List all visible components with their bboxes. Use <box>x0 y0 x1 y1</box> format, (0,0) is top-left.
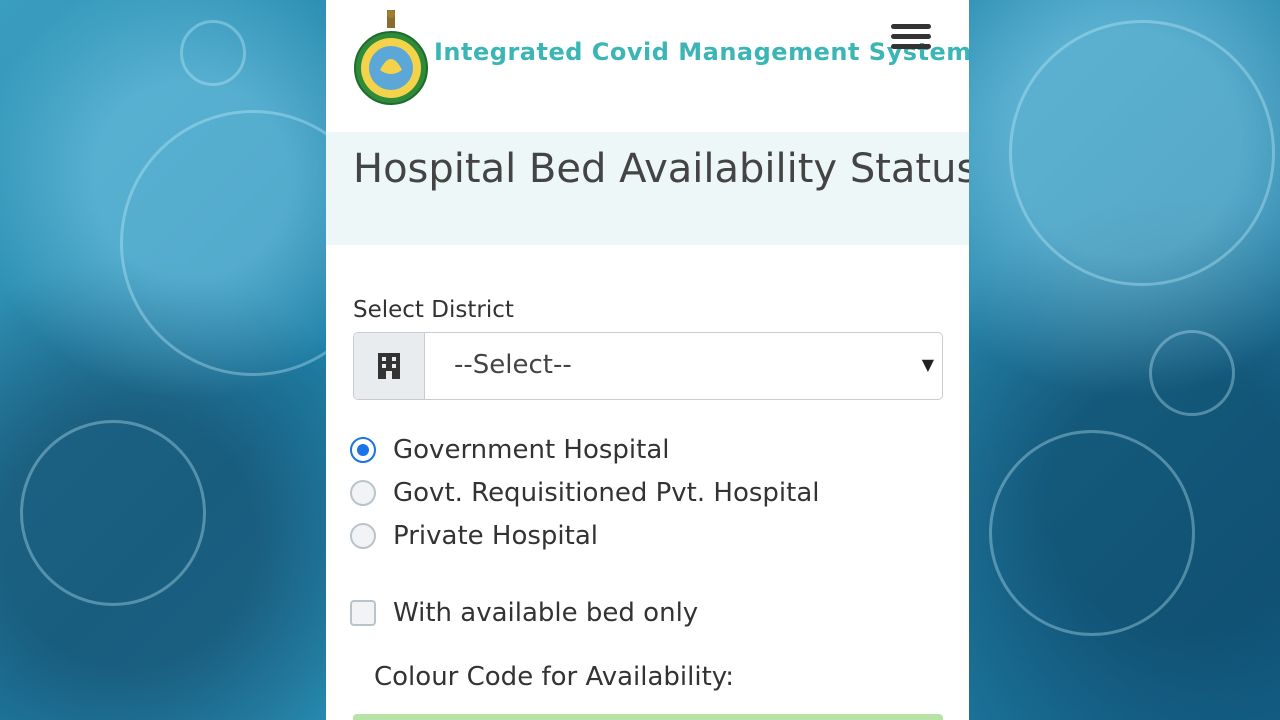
checkbox-label: With available bed only <box>393 598 699 628</box>
page-header: Hospital Bed Availability Status <box>326 132 969 245</box>
district-select[interactable]: --Select-- ▼ <box>353 332 943 400</box>
brand-title: Integrated Covid Management System <box>434 38 969 66</box>
background-virus-image-left <box>0 0 386 720</box>
district-label: Select District <box>353 297 514 323</box>
mobile-page: Integrated Covid Management System Hospi… <box>326 0 969 720</box>
available-bed-only-checkbox-row[interactable]: With available bed only <box>350 595 698 631</box>
available-bed-only-checkbox[interactable] <box>350 600 376 626</box>
state-emblem-logo <box>354 10 428 105</box>
page-title: Hospital Bed Availability Status <box>353 146 969 192</box>
radio-button-checked[interactable] <box>350 437 376 463</box>
radio-govt-requisitioned-hospital[interactable]: Govt. Requisitioned Pvt. Hospital <box>350 475 819 511</box>
district-select-value: --Select-- <box>454 350 572 380</box>
hamburger-menu-icon[interactable] <box>891 24 931 58</box>
colour-code-green-bar <box>353 714 943 720</box>
radio-label: Govt. Requisitioned Pvt. Hospital <box>393 478 820 508</box>
radio-private-hospital[interactable]: Private Hospital <box>350 518 598 554</box>
building-icon <box>354 333 425 399</box>
radio-label: Government Hospital <box>393 435 670 465</box>
radio-button[interactable] <box>350 480 376 506</box>
chevron-down-icon: ▼ <box>921 355 934 374</box>
top-navbar: Integrated Covid Management System <box>326 0 969 132</box>
background-virus-image-right <box>969 0 1280 720</box>
colour-code-label: Colour Code for Availability: <box>374 662 735 692</box>
radio-button[interactable] <box>350 523 376 549</box>
radio-government-hospital[interactable]: Government Hospital <box>350 432 670 468</box>
radio-label: Private Hospital <box>393 521 598 551</box>
